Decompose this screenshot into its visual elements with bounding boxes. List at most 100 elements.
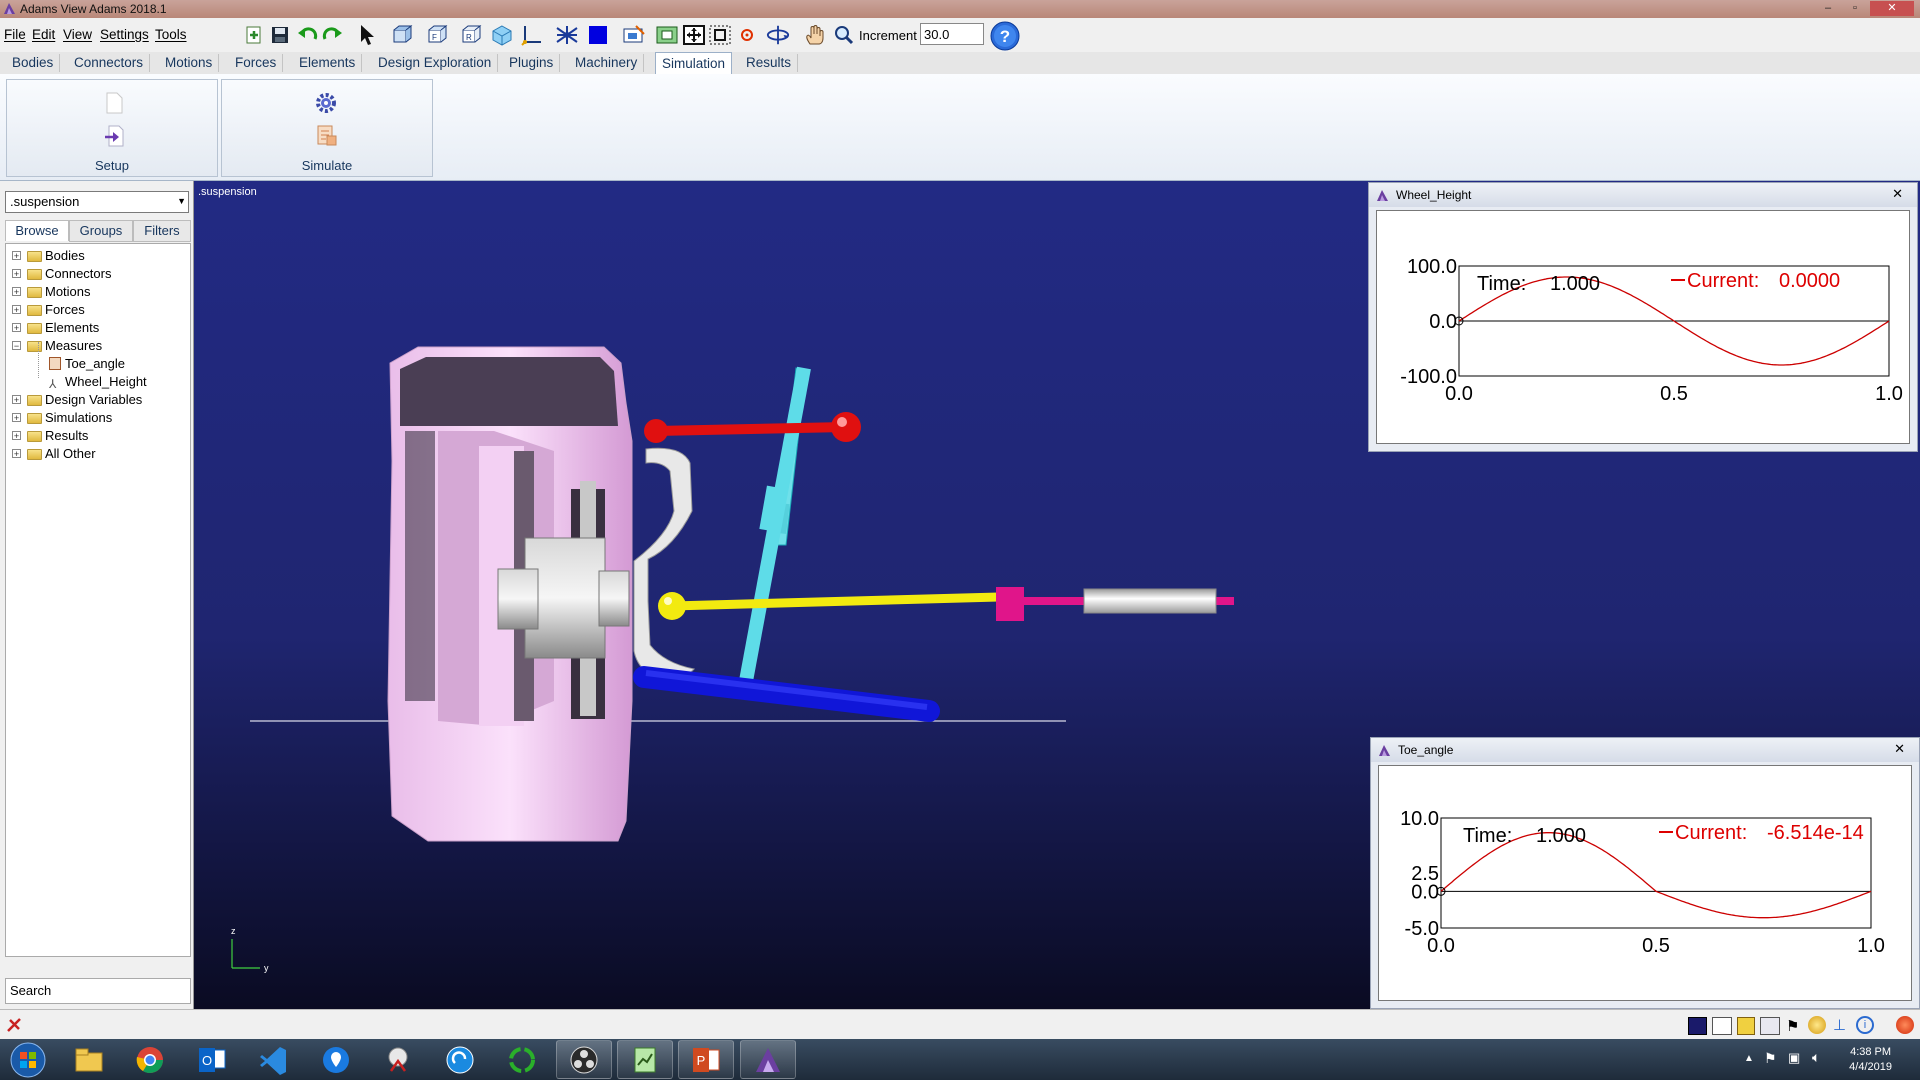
globe-icon[interactable] (1808, 1016, 1826, 1034)
record-icon[interactable] (1896, 1016, 1914, 1034)
network-icon[interactable]: ⊥ (1833, 1016, 1846, 1034)
taskbar-adams-icon[interactable] (740, 1040, 796, 1079)
pan-hand-icon[interactable] (803, 23, 827, 47)
tray-volume-icon[interactable]: 🔈︎ (1812, 1049, 1820, 1066)
menu-tools[interactable]: Tools (155, 27, 187, 42)
tab-filters[interactable]: Filters (133, 220, 191, 242)
taskbar-notepad-icon[interactable] (617, 1040, 673, 1079)
flag-icon[interactable]: ⚑ (1786, 1017, 1799, 1035)
clock-date: 4/4/2019 (1849, 1061, 1892, 1073)
taskbar-powerpoint-icon[interactable]: P (678, 1040, 734, 1079)
fit-icon[interactable] (682, 23, 706, 47)
tab-motions[interactable]: Motions (159, 54, 220, 72)
plot-title-bar[interactable]: Toe_angle ✕ (1371, 738, 1919, 762)
taskbar-refresh-icon[interactable] (494, 1040, 550, 1079)
tab-elements[interactable]: Elements (293, 54, 363, 72)
tab-forces[interactable]: Forces (229, 54, 284, 72)
tab-bodies[interactable]: Bodies (6, 54, 61, 72)
tray-expand-icon[interactable]: ▲ (1744, 1053, 1754, 1064)
save-icon[interactable] (268, 23, 292, 47)
center-icon[interactable] (735, 23, 759, 47)
start-button[interactable] (0, 1040, 56, 1079)
model-selector[interactable]: .suspension ▼ (5, 191, 189, 213)
working-grid-icon[interactable] (520, 23, 544, 47)
tab-machinery[interactable]: Machinery (569, 54, 645, 72)
expand-icon[interactable]: + (12, 305, 21, 315)
view-top-icon[interactable]: F (425, 23, 449, 47)
upper-control-arm (655, 422, 847, 436)
simulation-script-icon[interactable] (315, 124, 339, 148)
expand-icon[interactable]: + (12, 395, 21, 405)
mesh-icon[interactable] (555, 23, 579, 47)
close-icon[interactable]: ✕ (1894, 738, 1905, 760)
search-field[interactable]: Search (5, 978, 191, 1004)
folder-icon (27, 269, 42, 280)
tray-network-icon[interactable]: ▣ (1788, 1050, 1800, 1066)
table-icon[interactable] (1760, 1017, 1780, 1035)
render-mode-icon[interactable] (586, 23, 610, 47)
stop-icon[interactable] (6, 1017, 22, 1033)
tray-clock[interactable]: 4:38 PM 4/4/2019 (1849, 1045, 1892, 1075)
rotate-icon[interactable] (766, 23, 790, 47)
tray-flag-icon[interactable]: ⚑ (1764, 1050, 1777, 1067)
plot-title-bar[interactable]: Wheel_Height ✕ (1369, 183, 1917, 207)
expand-icon[interactable]: + (12, 449, 21, 459)
minimize-button[interactable]: ‒ (1816, 1, 1840, 16)
increment-input[interactable] (920, 23, 984, 45)
close-button[interactable]: ✕ (1870, 1, 1914, 16)
plot-window-wheel-height[interactable]: Wheel_Height ✕ 100.0 0.0 -100.0 0.0 0.5 1.0 Ti… (1368, 182, 1918, 452)
tab-browse[interactable]: Browse (5, 220, 69, 241)
view-iso-icon[interactable] (490, 23, 514, 47)
tree-item-label: All Other (45, 446, 96, 461)
taskbar-sync-icon[interactable] (432, 1040, 488, 1079)
close-icon[interactable]: ✕ (1892, 183, 1903, 205)
x-tick-label: 0.5 (1660, 383, 1688, 405)
collapse-icon[interactable]: − (12, 341, 21, 351)
toe-angle-chart: 10.02.50.0-5.00.0 0.5 1.0Time: 1.000 Current… (1400, 808, 1885, 957)
expand-icon[interactable]: + (12, 323, 21, 333)
info-icon[interactable]: i (1856, 1016, 1874, 1034)
menu-settings[interactable]: Settings (100, 27, 149, 42)
chevron-down-icon[interactable]: ▼ (177, 196, 186, 206)
render-status-icon[interactable] (1688, 1017, 1707, 1035)
taskbar-maps-icon[interactable] (308, 1040, 364, 1079)
zoom-icon[interactable] (832, 23, 856, 47)
tab-groups[interactable]: Groups (69, 220, 133, 242)
taskbar-chrome-icon[interactable] (122, 1040, 178, 1079)
expand-icon[interactable]: + (12, 269, 21, 279)
taskbar-vscode-icon[interactable] (246, 1040, 302, 1079)
new-icon[interactable] (242, 23, 266, 47)
redo-icon[interactable] (321, 23, 345, 47)
view-side-icon[interactable]: R (459, 23, 483, 47)
taskbar-obs-icon[interactable] (556, 1040, 612, 1079)
maximize-button[interactable]: ▫ (1843, 1, 1867, 16)
zoom-box-icon[interactable] (708, 23, 732, 47)
tab-results[interactable]: Results (740, 54, 799, 72)
info-status-icon[interactable] (1737, 1017, 1755, 1035)
menu-view[interactable]: View (63, 27, 92, 42)
tab-plugins[interactable]: Plugins (503, 54, 561, 72)
expand-icon[interactable]: + (12, 431, 21, 441)
tab-connectors[interactable]: Connectors (68, 54, 151, 72)
undo-icon[interactable] (295, 23, 319, 47)
tab-design-exploration[interactable]: Design Exploration (372, 54, 499, 72)
help-icon[interactable]: ? (990, 21, 1020, 51)
expand-icon[interactable]: + (12, 413, 21, 423)
expand-icon[interactable]: + (12, 251, 21, 261)
hide-icon[interactable] (622, 23, 646, 47)
taskbar-snipping-icon[interactable] (370, 1040, 426, 1079)
tab-simulation[interactable]: Simulation (655, 52, 733, 75)
document-icon[interactable] (104, 92, 124, 114)
menu-edit[interactable]: Edit (32, 27, 55, 42)
plot-status-icon[interactable] (1712, 1017, 1732, 1035)
view-front-icon[interactable] (390, 23, 414, 47)
expand-icon[interactable]: + (12, 287, 21, 297)
menu-file[interactable]: File (4, 27, 26, 42)
simulation-setup-icon[interactable] (103, 124, 127, 148)
select-arrow-icon[interactable] (355, 23, 379, 47)
taskbar-outlook-icon[interactable]: O (184, 1040, 240, 1079)
gear-icon[interactable] (315, 92, 337, 114)
plot-window-toe-angle[interactable]: Toe_angle ✕ 10.0 2.5 0.0 -5.0 0.0 0.5 1.0 Time:… (1370, 737, 1920, 1009)
taskbar-explorer-icon[interactable] (61, 1040, 117, 1079)
zoom-fit-icon[interactable] (655, 23, 679, 47)
